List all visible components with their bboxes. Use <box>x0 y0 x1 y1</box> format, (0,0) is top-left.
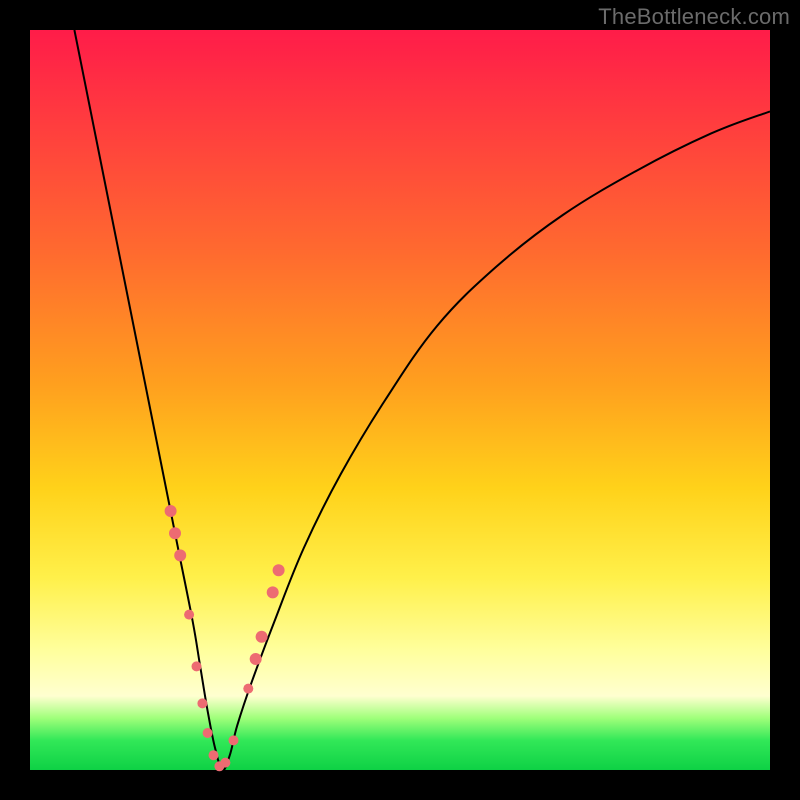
curve-marker <box>174 549 186 561</box>
curve-marker <box>243 684 253 694</box>
curve-marker <box>273 564 285 576</box>
watermark-text: TheBottleneck.com <box>598 4 790 30</box>
marker-group <box>165 505 285 771</box>
curve-marker <box>165 505 177 517</box>
curve-marker <box>192 661 202 671</box>
curve-marker <box>197 698 207 708</box>
chart-svg <box>30 30 770 770</box>
plot-area <box>30 30 770 770</box>
curve-marker <box>184 610 194 620</box>
chart-frame: TheBottleneck.com <box>0 0 800 800</box>
curve-marker <box>267 586 279 598</box>
curve-marker <box>256 631 268 643</box>
bottleneck-curve <box>74 30 770 770</box>
curve-marker <box>203 728 213 738</box>
curve-marker <box>169 527 181 539</box>
curve-marker <box>220 758 230 768</box>
curve-marker <box>229 735 239 745</box>
curve-marker <box>250 653 262 665</box>
curve-marker <box>209 750 219 760</box>
